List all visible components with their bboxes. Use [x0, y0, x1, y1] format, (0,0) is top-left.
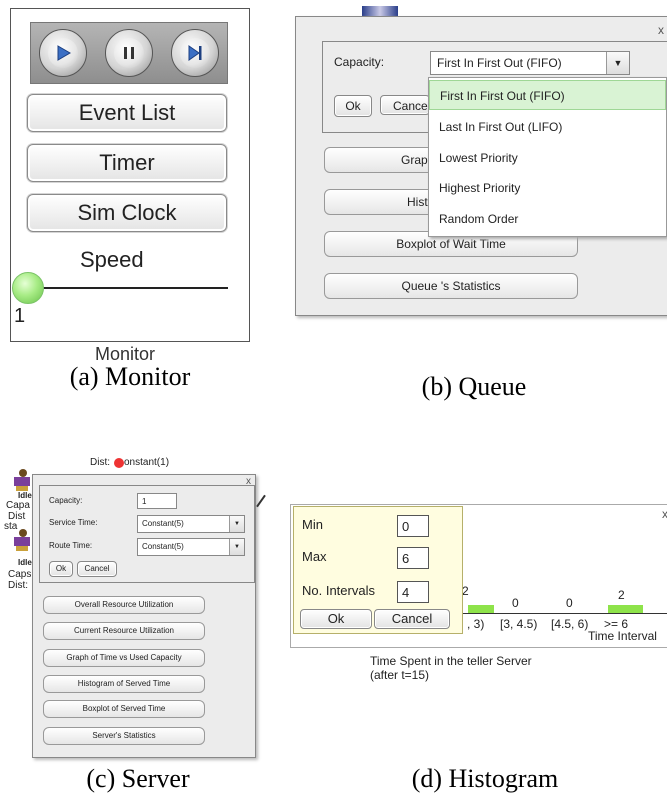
boxplot-served-time-button[interactable]: Boxplot of Served Time	[43, 700, 205, 718]
capacity-input[interactable]: 1	[137, 493, 177, 509]
capacity-select[interactable]: First In First Out (FIFO) ▼	[430, 51, 630, 75]
capacity-select-value: First In First Out (FIFO)	[437, 56, 562, 70]
connector-line	[256, 494, 266, 508]
intervals-label: No. Intervals	[302, 583, 375, 598]
bin-label-3: [4.5, 6)	[551, 617, 589, 631]
bg-constant-label: onstant(1)	[124, 457, 170, 468]
x-axis-line	[462, 613, 667, 614]
max-label: Max	[302, 549, 327, 564]
histogram-subtitle: (after t=15)	[370, 668, 430, 682]
capacity-label: Capacity:	[334, 55, 385, 69]
teller-person-icon	[10, 468, 30, 491]
speed-label: Speed	[80, 247, 144, 272]
chevron-down-icon[interactable]: ▼	[229, 539, 244, 555]
speed-value: 1	[14, 305, 26, 327]
bg-idle-label-1: Idle	[18, 491, 32, 500]
overall-utilization-button[interactable]: Overall Resource Utilization	[43, 596, 205, 614]
queue-statistics-button[interactable]: Queue 's Statistics	[324, 273, 578, 299]
current-utilization-button[interactable]: Current Resource Utilization	[43, 622, 205, 640]
histogram-served-time-button[interactable]: Histogram of Served Time	[43, 675, 205, 693]
x-axis-label: Time Interval	[588, 629, 657, 643]
histogram-bar-4	[608, 605, 643, 613]
pause-button[interactable]	[105, 29, 153, 77]
caption-monitor: (a) Monitor	[69, 362, 191, 391]
step-forward-icon	[188, 45, 202, 61]
option-lowest-priority[interactable]: Lowest Priority	[429, 143, 666, 173]
option-random-order[interactable]: Random Order	[429, 204, 666, 234]
chevron-down-icon[interactable]: ▼	[606, 52, 629, 74]
caption-histogram: (d) Histogram	[411, 764, 559, 793]
server-statistics-button[interactable]: Server's Statistics	[43, 727, 205, 745]
caption-queue: (b) Queue	[421, 372, 527, 401]
bin-count-3: 2	[618, 588, 625, 602]
histogram-settings-dialog: Min 0 Max 6 No. Intervals 4 Ok Cancel	[293, 506, 463, 634]
server-dialog: x Capacity: 1 Service Time: Constant(5) …	[32, 474, 256, 758]
dist-marker-icon	[114, 458, 124, 468]
pause-icon	[124, 47, 134, 59]
bin-label-2: [3, 4.5)	[500, 617, 538, 631]
bg-caps-label: Caps	[8, 569, 32, 580]
capacity-dropdown-list: First In First Out (FIFO) Last In First …	[428, 77, 667, 237]
play-icon	[57, 45, 71, 61]
graph-time-capacity-button[interactable]: Graph of Time vs Used Capacity	[43, 649, 205, 667]
timer-button[interactable]: Timer	[27, 144, 227, 182]
min-label: Min	[302, 517, 323, 532]
ok-button[interactable]: Ok	[49, 561, 73, 577]
transport-controls	[30, 22, 228, 84]
bg-idle-label-2: Idle	[18, 558, 32, 567]
bg-dist-label: Dist:	[90, 457, 110, 468]
histogram-title: Time Spent in the teller Server	[370, 654, 532, 668]
histogram-bar-1	[468, 605, 494, 613]
cancel-button[interactable]: Cance	[380, 95, 430, 115]
event-list-button[interactable]: Event List	[27, 94, 227, 132]
route-time-value: Constant(5)	[142, 542, 184, 551]
option-fifo[interactable]: First In First Out (FIFO)	[429, 80, 666, 110]
option-lifo[interactable]: Last In First Out (LIFO)	[429, 112, 666, 142]
route-time-select[interactable]: Constant(5) ▼	[137, 538, 245, 556]
ok-button[interactable]: Ok	[334, 95, 372, 117]
caption-server: (c) Server	[86, 764, 190, 793]
close-icon[interactable]: x	[662, 507, 667, 521]
bg-capa-label: Capa	[6, 500, 30, 511]
cancel-button[interactable]: Cancel	[374, 609, 450, 629]
sim-clock-button[interactable]: Sim Clock	[27, 194, 227, 232]
service-time-value: Constant(5)	[142, 519, 184, 528]
chevron-down-icon[interactable]: ▼	[229, 516, 244, 532]
max-input[interactable]: 6	[397, 547, 429, 569]
bin-count-1: 0	[512, 596, 519, 610]
route-time-label: Route Time:	[49, 541, 93, 550]
speed-slider-handle[interactable]	[12, 272, 44, 304]
service-time-select[interactable]: Constant(5) ▼	[137, 515, 245, 533]
step-forward-button[interactable]	[171, 29, 219, 77]
bin-partial: , 3)	[467, 617, 485, 631]
service-time-label: Service Time:	[49, 518, 98, 527]
bin-count-2: 0	[566, 596, 573, 610]
min-input[interactable]: 0	[397, 515, 429, 537]
cancel-button[interactable]: Cancel	[77, 561, 117, 577]
close-icon[interactable]: x	[658, 23, 664, 37]
count-partial: 2	[462, 584, 469, 598]
teller-person-icon-2	[10, 528, 30, 551]
option-highest-priority[interactable]: Highest Priority	[429, 173, 666, 203]
capacity-label: Capacity:	[49, 496, 83, 505]
ok-button[interactable]: Ok	[300, 609, 372, 629]
bg-dist-3-label: Dist:	[8, 580, 28, 591]
intervals-input[interactable]: 4	[397, 581, 429, 603]
play-button[interactable]	[39, 29, 87, 77]
speed-slider-track[interactable]	[14, 287, 228, 289]
